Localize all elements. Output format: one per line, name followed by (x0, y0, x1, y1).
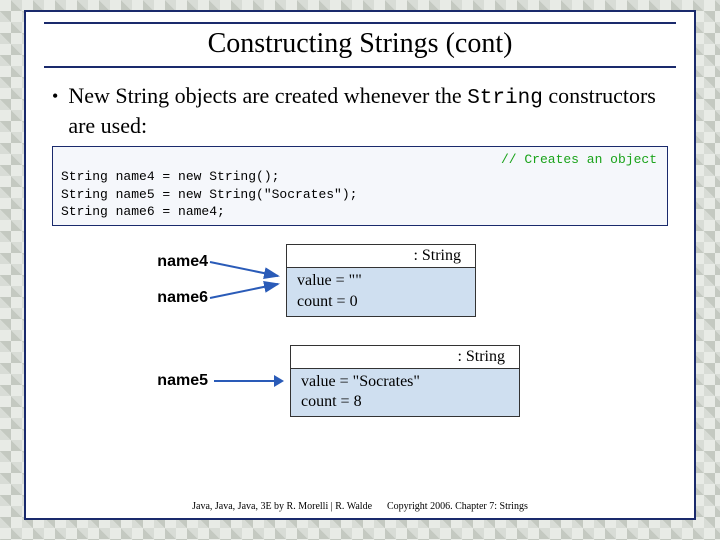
bullet-dot-icon: • (52, 82, 58, 110)
obj2-value: value = "Socrates" (301, 372, 509, 393)
obj1-value: value = "" (297, 271, 465, 292)
footer-left: Java, Java, Java, 3E by R. Morelli | R. … (192, 501, 372, 512)
code-line-2: String name5 = new String("Socrates"); (61, 187, 357, 202)
bullet-mono: String (467, 87, 543, 110)
obj1-count: count = 0 (297, 292, 465, 313)
object-header-1: : String (287, 245, 475, 268)
slide-footer: Java, Java, Java, 3E by R. Morelli | R. … (26, 501, 694, 512)
label-name4: name4 (122, 253, 208, 271)
slide-frame: Constructing Strings (cont) • New String… (24, 10, 696, 520)
bullet-prefix: New String objects are created whenever … (68, 83, 467, 108)
object-box-2: : String value = "Socrates" count = 8 (290, 345, 520, 418)
label-name6: name6 (122, 289, 208, 307)
bullet-text: New String objects are created whenever … (68, 82, 668, 140)
code-comment: // Creates an object (501, 151, 657, 169)
arrow-icon (214, 374, 284, 388)
label-name5: name5 (122, 372, 208, 390)
diagram-group-2: name5 : String value = "Socrates" count … (122, 345, 668, 418)
code-block: String name4 = new String(); // Creates a… (52, 146, 668, 226)
slide-content: • New String objects are created wheneve… (26, 76, 694, 417)
code-line-3: String name6 = name4; (61, 204, 225, 219)
arrow-group-1 (208, 250, 286, 310)
bullet-item: • New String objects are created wheneve… (52, 82, 668, 140)
diagram-group-1: name4 name6 : String (122, 244, 668, 317)
object-header-2: : String (291, 346, 519, 369)
object-body-2: value = "Socrates" count = 8 (291, 369, 519, 417)
object-body-1: value = "" count = 0 (287, 268, 475, 316)
object-diagram: name4 name6 : String (122, 244, 668, 417)
slide-title: Constructing Strings (cont) (44, 22, 676, 68)
code-line-1: String name4 = new String(); (61, 169, 279, 184)
obj2-count: count = 8 (301, 392, 509, 413)
footer-right: Copyright 2006. Chapter 7: Strings (387, 501, 528, 512)
object-box-1: : String value = "" count = 0 (286, 244, 476, 317)
arrow-icon (208, 250, 286, 310)
